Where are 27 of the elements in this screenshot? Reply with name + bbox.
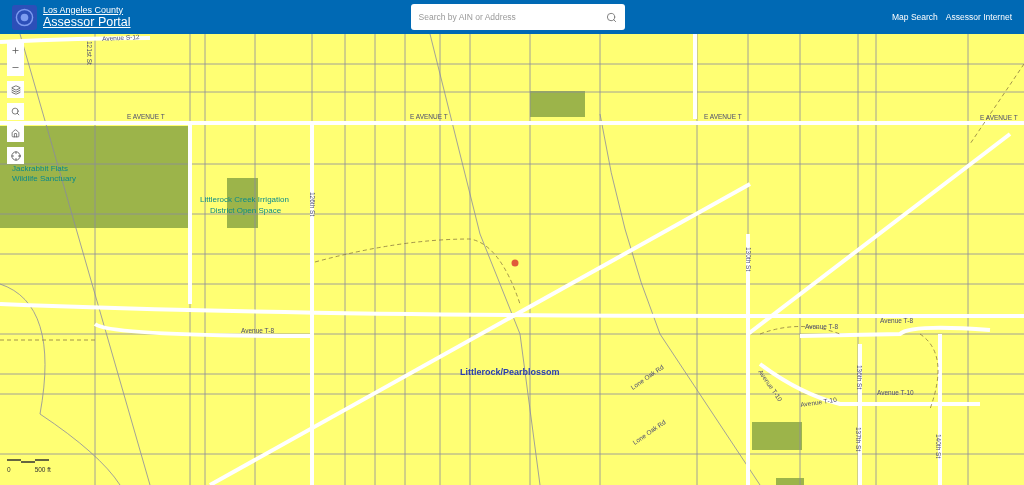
search-icon [11,107,20,116]
search-button[interactable] [7,103,24,120]
portal-title-link[interactable]: Assessor Portal [43,15,131,29]
park-parcel [752,422,802,450]
place-label: Littlerock/Pearblossom [460,368,560,377]
home-icon [11,129,20,138]
county-seal-icon [12,4,37,30]
search-field[interactable]: Search by AIN or Address [410,4,625,30]
park-label: Jackrabbit Flats [12,165,69,173]
home-button[interactable] [7,125,24,142]
park-label: Wildlife Sanctuary [12,175,77,183]
layers-icon [10,84,21,95]
park-label: District Open Space [210,207,282,215]
nav-link[interactable]: Map Search [892,12,938,22]
location-marker-icon [511,259,519,267]
plus-icon [11,46,20,55]
county-link[interactable]: Los Angeles County [43,5,131,15]
layers-button[interactable] [7,81,24,98]
locate-button[interactable] [7,147,24,164]
park-parcel [776,478,804,485]
search-icon[interactable] [605,12,617,23]
scale-bar-icon [7,459,49,463]
zoom-in-button[interactable] [7,42,24,59]
crosshair-icon [10,150,21,161]
park-label: Littlerock Creek Irrigation [200,196,289,204]
zoom-out-button[interactable] [7,59,24,76]
nav-link[interactable]: Assessor Internet [945,12,1012,22]
